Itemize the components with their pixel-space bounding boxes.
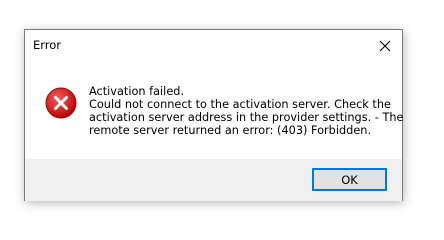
- message-line: remote server returned an error: (403) F…: [89, 124, 372, 137]
- close-button[interactable]: [374, 35, 396, 57]
- close-icon: [379, 40, 391, 52]
- error-dialog: Error Activation failed. Could not conne…: [24, 29, 403, 201]
- dialog-content: Activation failed. Could not connect to …: [25, 61, 404, 159]
- window-title: Error: [33, 38, 62, 52]
- error-message: Activation failed. Could not connect to …: [89, 85, 404, 137]
- error-icon: [45, 87, 77, 119]
- button-bar: OK: [25, 159, 402, 201]
- title-bar: Error: [25, 30, 402, 61]
- message-line: activation server address in the provide…: [89, 111, 404, 124]
- message-line: Activation failed.: [89, 85, 185, 98]
- ok-button[interactable]: OK: [312, 168, 387, 191]
- message-line: Could not connect to the activation serv…: [89, 98, 391, 111]
